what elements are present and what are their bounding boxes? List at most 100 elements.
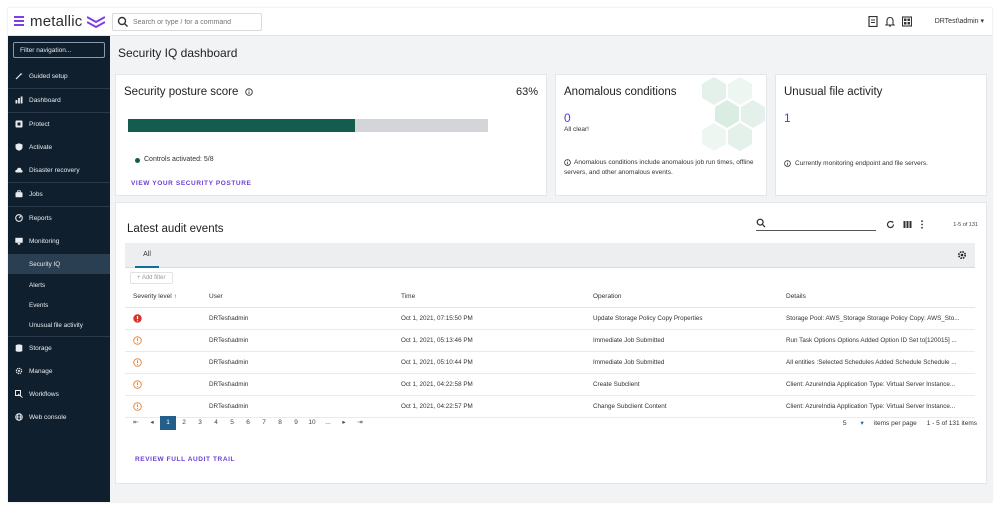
sidebar-item-label: Workflows bbox=[29, 390, 59, 398]
page-button[interactable]: 10 bbox=[304, 416, 320, 430]
page-button[interactable]: 6 bbox=[240, 416, 256, 430]
operation-cell: Create Subclient bbox=[585, 373, 778, 396]
anomalous-count[interactable]: 0 bbox=[564, 111, 571, 125]
page-button[interactable]: 2 bbox=[176, 416, 192, 430]
details-cell: Run Task Options Options Added Option ID… bbox=[778, 329, 975, 352]
sidebar-subitem-unusual-file-activity[interactable]: Unusual file activity bbox=[8, 315, 110, 335]
refresh-icon[interactable] bbox=[886, 220, 895, 229]
view-security-posture-link[interactable]: VIEW YOUR SECURITY POSTURE bbox=[131, 180, 251, 187]
page-button[interactable]: 9 bbox=[288, 416, 304, 430]
search-icon bbox=[756, 218, 766, 228]
warning-icon bbox=[133, 379, 142, 389]
severity-cell bbox=[125, 373, 201, 396]
sidebar-item-label: Guided setup bbox=[29, 72, 68, 80]
shield-icon bbox=[15, 143, 23, 151]
sidebar-subitem-events[interactable]: Events bbox=[8, 295, 110, 315]
page-button[interactable]: 7 bbox=[256, 416, 272, 430]
page-button[interactable]: 1 bbox=[160, 416, 176, 430]
page-button[interactable]: 5 bbox=[224, 416, 240, 430]
user-menu[interactable]: DRTest\admin ▾ bbox=[935, 17, 984, 25]
filter-navigation-input[interactable]: Filter navigation... bbox=[13, 42, 105, 58]
details-cell: All entities :Selected Schedules Added S… bbox=[778, 351, 975, 374]
unusual-note: Currently monitoring endpoint and file s… bbox=[795, 160, 928, 167]
anomalous-conditions-card: Anomalous conditions 0 All clear! Anomal… bbox=[555, 74, 767, 196]
operation-cell: Immediate Job Submitted bbox=[585, 351, 778, 374]
info-icon bbox=[784, 160, 791, 167]
grid-icon[interactable] bbox=[902, 16, 912, 27]
global-search-input[interactable] bbox=[133, 16, 258, 29]
security-posture-card: Security posture score 63% Controls acti… bbox=[115, 74, 547, 196]
review-full-audit-trail-link[interactable]: REVIEW FULL AUDIT TRAIL bbox=[135, 456, 235, 463]
column-header-severity[interactable]: Severity level ↑ bbox=[125, 287, 201, 308]
page-button[interactable]: 3 bbox=[192, 416, 208, 430]
sidebar-subitem-security-iq[interactable]: Security IQ bbox=[8, 254, 110, 274]
global-search[interactable] bbox=[112, 13, 262, 31]
unusual-title: Unusual file activity bbox=[784, 86, 883, 98]
details-cell: Storage Pool: AWS_Storage Storage Policy… bbox=[778, 307, 975, 330]
column-header-time[interactable]: Time bbox=[393, 287, 585, 308]
user-cell: DRTest\admin bbox=[201, 307, 393, 330]
table-row[interactable]: DRTest\admin Oct 1, 2021, 05:10:44 PM Im… bbox=[125, 351, 975, 374]
briefcase-icon bbox=[15, 190, 23, 198]
audit-search[interactable] bbox=[756, 217, 876, 231]
sidebar-item-web-console[interactable]: Web console bbox=[8, 406, 110, 428]
add-filter-button[interactable]: + Add filter bbox=[130, 272, 173, 284]
user-name: DRTest\admin bbox=[934, 18, 979, 25]
sidebar-item-reports[interactable]: Reports bbox=[8, 207, 110, 229]
sidebar-item-storage[interactable]: Storage bbox=[8, 337, 110, 359]
warning-icon bbox=[133, 335, 142, 345]
page-button[interactable]: 8 bbox=[272, 416, 288, 430]
table-row[interactable]: DRTest\admin Oct 1, 2021, 04:22:57 PM Ch… bbox=[125, 395, 975, 418]
gear-icon[interactable] bbox=[957, 250, 967, 260]
sidebar-subitem-alerts[interactable]: Alerts bbox=[8, 275, 110, 295]
more-vertical-icon[interactable] bbox=[920, 220, 924, 229]
page-button[interactable]: ... bbox=[320, 416, 336, 430]
column-header-details[interactable]: Details bbox=[778, 287, 975, 308]
sidebar-item-monitoring[interactable]: Monitoring bbox=[8, 230, 110, 252]
column-header-operation[interactable]: Operation bbox=[585, 287, 778, 308]
sidebar-item-disaster-recovery[interactable]: Disaster recovery bbox=[8, 159, 110, 181]
sidebar-item-workflows[interactable]: Workflows bbox=[8, 383, 110, 405]
details-cell: Client: AzureIndia Application Type: Vir… bbox=[778, 395, 975, 418]
sidebar-item-label: Disaster recovery bbox=[29, 166, 80, 174]
anomalous-status: All clear! bbox=[564, 126, 589, 133]
sidebar-item-label: Web console bbox=[29, 413, 67, 421]
columns-icon[interactable] bbox=[903, 220, 912, 229]
tab-all[interactable]: All bbox=[135, 243, 159, 268]
menu-icon[interactable] bbox=[14, 16, 24, 26]
page-button[interactable]: 4 bbox=[208, 416, 224, 430]
bell-icon[interactable] bbox=[885, 16, 895, 27]
severity-cell bbox=[125, 351, 201, 374]
info-icon[interactable] bbox=[244, 88, 253, 96]
chevron-down-icon: ▾ bbox=[980, 18, 984, 25]
sidebar-item-guided-setup[interactable]: Guided setup bbox=[8, 65, 110, 87]
table-row[interactable]: DRTest\admin Oct 1, 2021, 07:15:50 PM Up… bbox=[125, 307, 975, 330]
time-cell: Oct 1, 2021, 05:10:44 PM bbox=[393, 351, 585, 374]
sidebar-item-jobs[interactable]: Jobs bbox=[8, 183, 110, 205]
sidebar-item-activate[interactable]: Activate bbox=[8, 136, 110, 158]
first-page-button[interactable]: ⇤ bbox=[128, 416, 144, 430]
table-header-row: Severity level ↑ User Time Operation Det… bbox=[125, 287, 975, 308]
unusual-file-activity-card: Unusual file activity 1 Currently monito… bbox=[775, 74, 987, 196]
brand-logo: metallic bbox=[30, 13, 83, 30]
prev-page-button[interactable]: ◂ bbox=[144, 416, 160, 430]
table-row[interactable]: DRTest\admin Oct 1, 2021, 04:22:58 PM Cr… bbox=[125, 373, 975, 396]
table-row[interactable]: DRTest\admin Oct 1, 2021, 05:13:46 PM Im… bbox=[125, 329, 975, 352]
per-page-control: 5 ▾ items per page 1 - 5 of 131 items bbox=[843, 419, 977, 428]
operation-cell: Update Storage Policy Copy Properties bbox=[585, 307, 778, 330]
document-icon[interactable] bbox=[868, 16, 878, 27]
details-cell: Client: AzureIndia Application Type: Vir… bbox=[778, 373, 975, 396]
sidebar-item-manage[interactable]: Manage bbox=[8, 360, 110, 382]
sidebar-item-dashboard[interactable]: Dashboard bbox=[8, 89, 110, 111]
time-cell: Oct 1, 2021, 04:22:58 PM bbox=[393, 373, 585, 396]
column-header-user[interactable]: User bbox=[201, 287, 393, 308]
per-page-select[interactable]: 5 ▾ bbox=[843, 419, 864, 427]
sidebar-item-protect[interactable]: Protect bbox=[8, 113, 110, 135]
last-page-button[interactable]: ⇥ bbox=[352, 416, 368, 430]
hexagon-pattern-icon bbox=[702, 77, 765, 151]
user-cell: DRTest\admin bbox=[201, 395, 393, 418]
gear-icon bbox=[15, 367, 23, 375]
unusual-count[interactable]: 1 bbox=[784, 111, 791, 125]
sidebar-item-label: Protect bbox=[29, 120, 50, 128]
next-page-button[interactable]: ▸ bbox=[336, 416, 352, 430]
